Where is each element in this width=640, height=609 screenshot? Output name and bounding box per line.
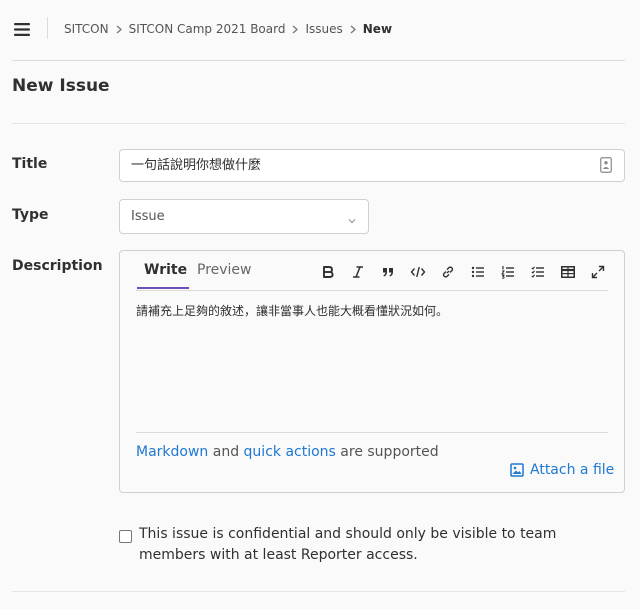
- chevron-down-icon: [347, 211, 357, 224]
- confidential-label: This issue is confidential and should on…: [139, 526, 557, 563]
- quick-actions-link[interactable]: quick actions: [244, 444, 336, 460]
- active-tab-indicator: [137, 287, 189, 289]
- divider: [12, 591, 625, 592]
- confidential-checkbox[interactable]: [119, 530, 132, 543]
- hamburger-menu-icon[interactable]: [10, 17, 34, 41]
- chevron-right-icon: [292, 25, 299, 34]
- italic-icon[interactable]: [347, 261, 369, 283]
- table-icon[interactable]: [557, 261, 579, 283]
- image-icon: [510, 463, 524, 477]
- attach-file-label: Attach a file: [530, 462, 615, 478]
- password-manager-icon[interactable]: [600, 157, 612, 173]
- help-text: are supported: [335, 444, 439, 460]
- description-label: Description: [12, 258, 103, 274]
- breadcrumb-sitcon[interactable]: SITCON: [64, 22, 109, 36]
- chevron-right-icon: [116, 25, 122, 34]
- help-text: and: [208, 444, 244, 460]
- breadcrumb: SITCON SITCON Camp 2021 Board Issues New: [64, 20, 392, 38]
- fullscreen-icon[interactable]: [587, 261, 609, 283]
- chevron-right-icon: [350, 25, 356, 34]
- type-label: Type: [12, 207, 49, 223]
- divider: [12, 123, 625, 124]
- top-bar: SITCON SITCON Camp 2021 Board Issues New: [0, 0, 640, 58]
- tab-preview[interactable]: Preview: [189, 262, 260, 290]
- title-label: Title: [12, 156, 48, 172]
- divider: [136, 432, 608, 433]
- quote-icon[interactable]: [377, 261, 399, 283]
- markdown-help: Markdown and quick actions are supported: [136, 444, 439, 460]
- divider: [136, 290, 608, 291]
- divider: [47, 17, 48, 39]
- code-icon[interactable]: [407, 261, 429, 283]
- breadcrumb-new[interactable]: New: [363, 22, 392, 36]
- page-title: New Issue: [12, 76, 110, 96]
- breadcrumb-issues[interactable]: Issues: [305, 22, 342, 36]
- divider: [12, 60, 625, 61]
- attach-file-button[interactable]: Attach a file: [510, 462, 614, 478]
- type-select[interactable]: Issue: [119, 199, 369, 234]
- link-icon[interactable]: [437, 261, 459, 283]
- numbered-list-icon[interactable]: [497, 261, 519, 283]
- markdown-link[interactable]: Markdown: [136, 444, 208, 460]
- description-textarea[interactable]: 請補充上足夠的敘述，讓非當事人也能大概看懂狀況如何。: [136, 301, 608, 429]
- task-list-icon[interactable]: [527, 261, 549, 283]
- bullet-list-icon[interactable]: [467, 261, 489, 283]
- breadcrumb-board[interactable]: SITCON Camp 2021 Board: [129, 22, 286, 36]
- tab-write[interactable]: Write: [136, 262, 195, 290]
- title-input[interactable]: 一句話說明你想做什麼: [119, 149, 625, 182]
- bold-icon[interactable]: [317, 261, 339, 283]
